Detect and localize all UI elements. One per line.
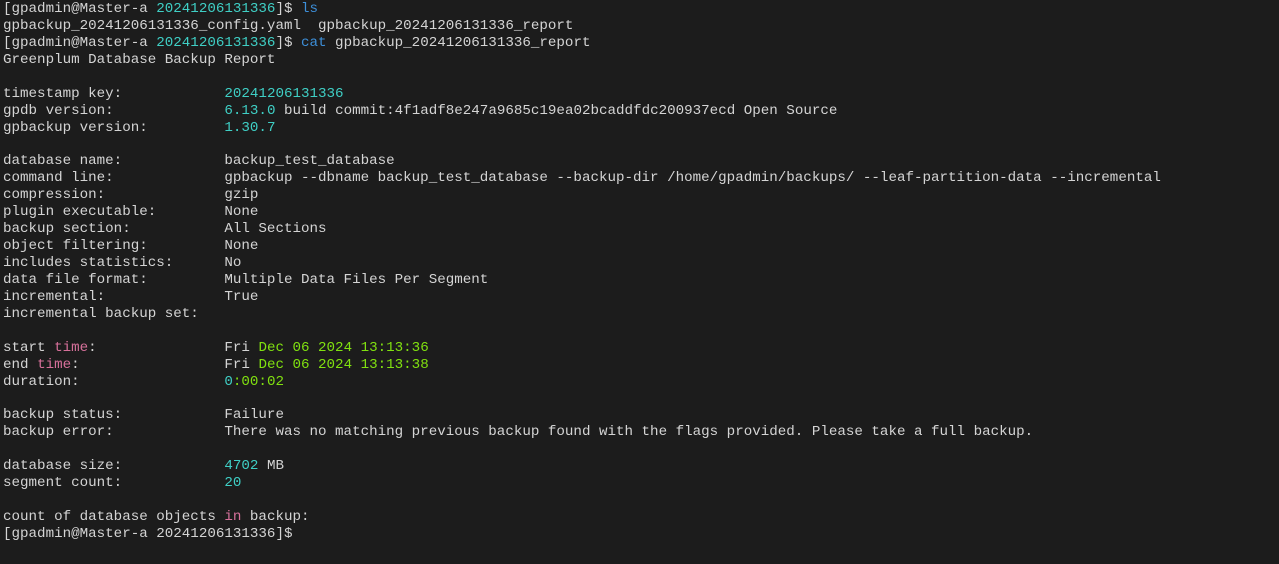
terminal-text: duration: — [3, 373, 225, 390]
terminal-line: timestamp key: 20241206131336 — [3, 86, 1161, 103]
terminal-text: incremental: True — [3, 288, 259, 305]
terminal-text: 20 — [224, 475, 242, 492]
terminal-line: incremental: True — [3, 289, 1161, 306]
terminal-text: MB — [258, 458, 284, 475]
terminal-line: [gpadmin@Master-a 20241206131336]$ ls — [3, 1, 1161, 18]
terminal-text: gpbackup_20241206131336_report — [326, 34, 591, 51]
terminal-text: backup error: There was no matching prev… — [3, 424, 1034, 441]
terminal-line: command line: gpbackup --dbname backup_t… — [3, 170, 1161, 187]
terminal-text: 1.30.7 — [224, 119, 276, 136]
terminal-text: in — [224, 509, 242, 526]
terminal-text: backup: — [241, 509, 310, 526]
terminal-line: backup error: There was no matching prev… — [3, 424, 1161, 441]
terminal-text: cat — [301, 34, 327, 51]
terminal-line: gpdb version: 6.13.0 build commit:4f1adf… — [3, 103, 1161, 120]
terminal-text: Greenplum Database Backup Report — [3, 51, 276, 68]
terminal-text: end — [3, 356, 38, 373]
terminal-line: gpbackup_20241206131336_config.yaml gpba… — [3, 18, 1161, 35]
terminal-text: time — [37, 356, 72, 373]
terminal-text: gpbackup_20241206131336_config.yaml gpba… — [3, 17, 574, 34]
terminal-line: object filtering: None — [3, 238, 1161, 255]
terminal-text: : Fri — [71, 356, 259, 373]
terminal-text: ]$ — [275, 34, 301, 51]
terminal-line: backup section: All Sections — [3, 221, 1161, 238]
terminal-text: incremental backup set: — [3, 305, 199, 322]
terminal-text: plugin executable: None — [3, 204, 259, 221]
terminal-text: gpdb version: — [3, 102, 225, 119]
terminal-line: incremental backup set: — [3, 306, 1161, 323]
terminal-line: [gpadmin@Master-a 20241206131336]$ — [3, 526, 1161, 543]
terminal-text: 20241206131336 — [156, 0, 276, 17]
terminal-text: data file format: Multiple Data Files Pe… — [3, 271, 489, 288]
terminal-text: build commit:4f1adf8e247a9685c19ea02bcad… — [275, 102, 838, 119]
terminal-text: [gpadmin@Master-a 20241206131336]$ — [3, 526, 293, 542]
terminal-text: gpbackup version: — [3, 119, 225, 136]
terminal-text: 0 — [224, 373, 233, 390]
terminal-text: database size: — [3, 458, 225, 475]
terminal-line: database size: 4702 MB — [3, 458, 1161, 475]
terminal-line: [gpadmin@Master-a 20241206131336]$ cat g… — [3, 35, 1161, 52]
terminal-line: start time: Fri Dec 06 2024 13:13:36 — [3, 340, 1161, 357]
terminal-text: start — [3, 339, 55, 356]
terminal-text: 20241206131336 — [224, 85, 344, 102]
terminal-line: includes statistics: No — [3, 255, 1161, 272]
terminal-text: command line: gpbackup --dbname backup_t… — [3, 170, 1161, 187]
terminal-line: segment count: 20 — [3, 475, 1161, 492]
terminal-text: 4702 — [224, 458, 259, 475]
terminal-line: compression: gzip — [3, 187, 1161, 204]
terminal-text: [gpadmin@Master-a — [3, 34, 157, 51]
terminal-output[interactable]: [gpadmin@Master-a 20241206]$ cd 20241206… — [3, 0, 1161, 543]
terminal-text: Dec 06 2024 13:13:38 — [258, 356, 429, 373]
terminal-line: count of database objects in backup: — [3, 509, 1161, 526]
terminal-line: database name: backup_test_database — [3, 153, 1161, 170]
terminal-text: backup status: Failure — [3, 407, 284, 424]
terminal-text: time — [54, 339, 89, 356]
terminal-text: includes statistics: No — [3, 255, 242, 271]
terminal-text: :00:02 — [232, 373, 284, 390]
terminal-text: compression: gzip — [3, 187, 259, 204]
terminal-line: plugin executable: None — [3, 204, 1161, 221]
terminal-text: object filtering: None — [3, 238, 259, 255]
terminal-line: backup status: Failure — [3, 407, 1161, 424]
terminal-line: end time: Fri Dec 06 2024 13:13:38 — [3, 357, 1161, 374]
terminal-line: duration: 0:00:02 — [3, 374, 1161, 391]
terminal-text: backup section: All Sections — [3, 221, 327, 238]
terminal-text: count of database objects — [3, 509, 225, 526]
terminal-line: data file format: Multiple Data Files Pe… — [3, 272, 1161, 289]
terminal-text: ls — [301, 0, 319, 17]
terminal-text: 20241206131336 — [156, 34, 276, 51]
terminal-text: ]$ — [275, 0, 301, 17]
terminal-text: : Fri — [88, 339, 259, 356]
terminal-text: 6.13.0 — [224, 102, 276, 119]
terminal-text: timestamp key: — [3, 85, 225, 102]
terminal-text: database name: backup_test_database — [3, 153, 395, 170]
terminal-line: gpbackup version: 1.30.7 — [3, 120, 1161, 137]
terminal-text: Dec 06 2024 13:13:36 — [258, 339, 429, 356]
terminal-text: segment count: — [3, 475, 225, 492]
terminal-line: Greenplum Database Backup Report — [3, 52, 1161, 69]
terminal-text: [gpadmin@Master-a — [3, 0, 157, 17]
